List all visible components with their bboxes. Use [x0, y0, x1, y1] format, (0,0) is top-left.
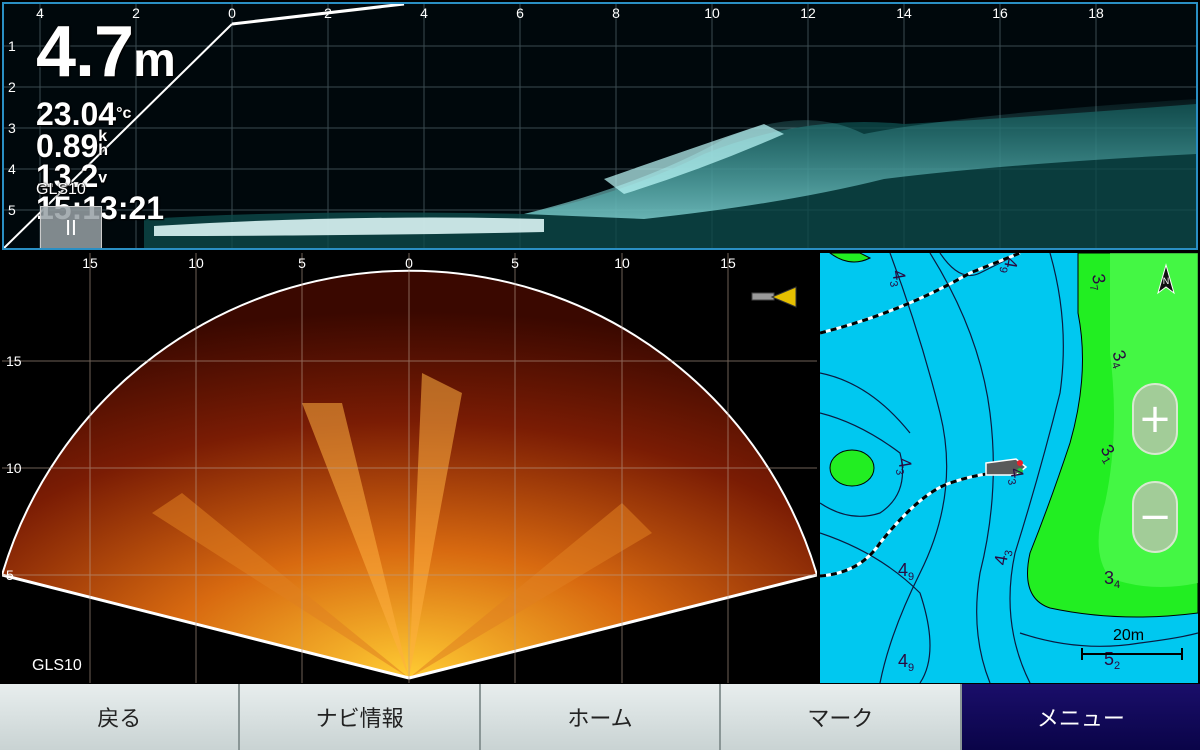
temperature-value: 23.04 [36, 96, 117, 132]
voltage-unit: v [98, 169, 108, 187]
menu-button[interactable]: メニュー [961, 684, 1200, 750]
depth-readout: 4.7m [36, 16, 176, 97]
downscan-sonar-panel[interactable]: 4 2 0 2 4 6 8 10 12 14 16 18 1 2 3 4 5 4… [2, 2, 1198, 250]
shallow-island [829, 449, 875, 487]
chart-map-panel[interactable]: N 43 49 37 34 31 43 43 49 43 34 49 52 + … [820, 253, 1198, 683]
scale-label: 20m [1113, 627, 1145, 644]
range-tick: 0 [228, 5, 236, 21]
fishfinder-screen: 4 2 0 2 4 6 8 10 12 14 16 18 1 2 3 4 5 4… [0, 0, 1200, 750]
depth-tick: 1 [8, 38, 16, 54]
range-tick: 12 [800, 5, 816, 21]
sonar-echo-returns [144, 99, 1196, 248]
pause-button[interactable]: II [40, 206, 102, 248]
range-tick: 10 [704, 5, 720, 21]
sonar-source-label: GLS10 [36, 181, 86, 198]
chart-map-view: N 43 49 37 34 31 43 43 49 43 34 49 52 [820, 253, 1198, 683]
depth-tick: 4 [8, 161, 16, 177]
speed-unit-bottom: h [98, 142, 109, 159]
depth-tick: 2 [8, 79, 16, 95]
zoom-out-button[interactable]: − [1132, 481, 1178, 553]
home-button[interactable]: ホーム [480, 684, 722, 750]
depth-tick: 10 [6, 460, 22, 476]
water-temperature-readout: 23.04°c [36, 98, 131, 130]
depth-tick: 5 [8, 202, 16, 218]
range-tick: 15 [82, 255, 98, 271]
livescope-sonar-view: 15 10 5 0 5 10 15 15 10 5 [2, 253, 817, 683]
depth-tick: 5 [6, 567, 14, 583]
pause-icon: II [65, 216, 77, 240]
range-tick: 5 [511, 255, 519, 271]
range-tick: 2 [324, 5, 332, 21]
sonar-source-label: GLS10 [32, 657, 82, 674]
range-tick: 5 [298, 255, 306, 271]
depth-tick: 3 [8, 120, 16, 136]
range-tick: 10 [188, 255, 204, 271]
range-tick: 0 [405, 255, 413, 271]
range-tick: 16 [992, 5, 1008, 21]
range-axis: 4 2 0 2 4 6 8 10 12 14 16 18 [36, 5, 1104, 21]
zoom-in-button[interactable]: + [1132, 383, 1178, 455]
range-tick: 4 [420, 5, 428, 21]
depth-value: 4.7 [36, 12, 134, 92]
navi-info-button[interactable]: ナビ情報 [240, 684, 481, 750]
range-tick: 15 [720, 255, 736, 271]
temperature-unit: °c [116, 105, 132, 122]
mark-button[interactable]: マーク [721, 684, 962, 750]
range-tick: 10 [614, 255, 630, 271]
range-tick: 14 [896, 5, 912, 21]
livescope-sonar-panel[interactable]: 15 10 5 0 5 10 15 15 10 5 GLS10 [2, 253, 817, 683]
depth-tick: 15 [6, 353, 22, 369]
bottom-nav-bar: 戻る ナビ情報 ホーム マーク メニュー [0, 684, 1200, 750]
depth-axis: 1 2 3 4 5 [8, 38, 16, 218]
north-label: N [1163, 276, 1170, 286]
back-button[interactable]: 戻る [0, 684, 241, 750]
depth-unit: m [133, 34, 176, 87]
range-tick: 18 [1088, 5, 1104, 21]
range-tick: 8 [612, 5, 620, 21]
downscan-sonar-view: 4 2 0 2 4 6 8 10 12 14 16 18 1 2 3 4 5 [4, 4, 1196, 248]
range-tick: 6 [516, 5, 524, 21]
